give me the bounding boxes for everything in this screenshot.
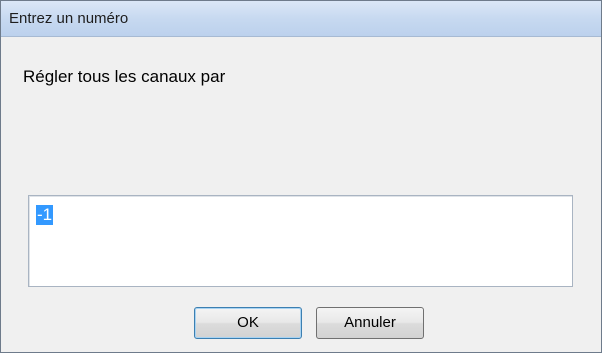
prompt-label: Régler tous les canaux par bbox=[23, 67, 226, 86]
number-input[interactable]: -1 bbox=[28, 195, 573, 287]
input-selected-text: -1 bbox=[36, 205, 54, 225]
title-bar[interactable]: Entrez un numéro bbox=[1, 1, 601, 37]
cancel-button[interactable]: Annuler bbox=[316, 307, 424, 339]
window-title: Entrez un numéro bbox=[9, 10, 129, 27]
ok-button[interactable]: OK bbox=[194, 307, 302, 339]
dialog-window: Entrez un numéro Régler tous les canaux … bbox=[0, 0, 602, 353]
